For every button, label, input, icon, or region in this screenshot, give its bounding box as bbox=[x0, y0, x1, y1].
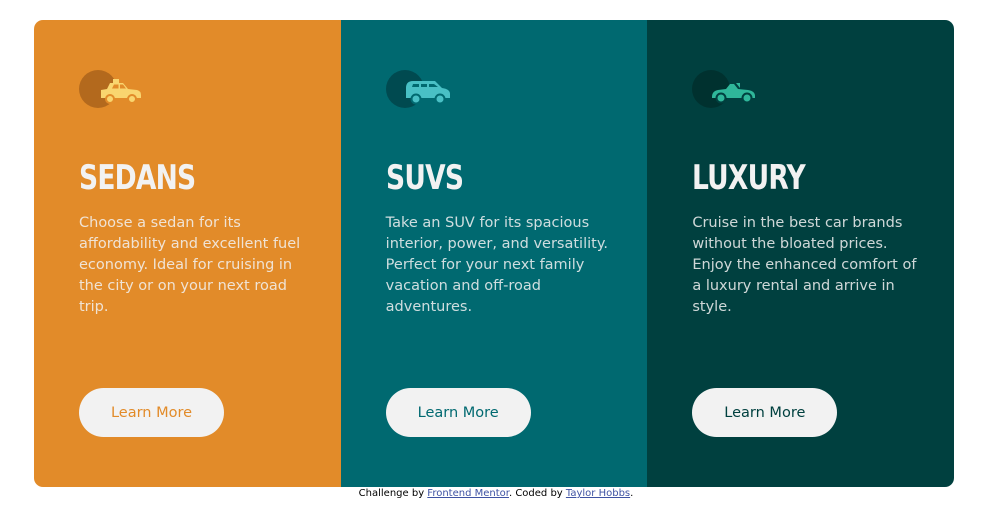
luxury-car-icon bbox=[692, 70, 762, 110]
learn-more-button[interactable]: Learn More bbox=[385, 388, 531, 437]
learn-more-button[interactable]: Learn More bbox=[79, 388, 224, 437]
sedan-car-icon bbox=[79, 70, 149, 110]
attribution: Challenge by Frontend Mentor. Coded by T… bbox=[0, 487, 992, 501]
card-title: SEDANS bbox=[79, 158, 196, 198]
attribution-middle: . Coded by bbox=[508, 488, 566, 499]
author-link[interactable]: Taylor Hobbs bbox=[566, 488, 630, 499]
card-description: Choose a sedan for its affordability and… bbox=[79, 215, 301, 315]
learn-more-button[interactable]: Learn More bbox=[692, 388, 838, 437]
attribution-suffix: . bbox=[630, 488, 634, 499]
card-suvs: SUVS Take an SUV for its spacious interi… bbox=[340, 20, 648, 487]
card-description: Cruise in the best car brands without th… bbox=[692, 215, 917, 315]
suv-car-icon bbox=[385, 70, 456, 110]
card-title: LUXURY bbox=[692, 158, 806, 198]
card-description: Take an SUV for its spacious interior, p… bbox=[385, 215, 608, 315]
card-luxury: LUXURY Cruise in the best car brands wit… bbox=[647, 20, 954, 487]
card-sedans: SEDANS Choose a sedan for its affordabil… bbox=[34, 20, 341, 487]
car-cards-container: SEDANS Choose a sedan for its affordabil… bbox=[34, 20, 954, 487]
card-title: SUVS bbox=[385, 158, 464, 198]
attribution-prefix: Challenge by bbox=[358, 488, 428, 499]
frontend-mentor-link[interactable]: Frontend Mentor bbox=[427, 488, 509, 499]
